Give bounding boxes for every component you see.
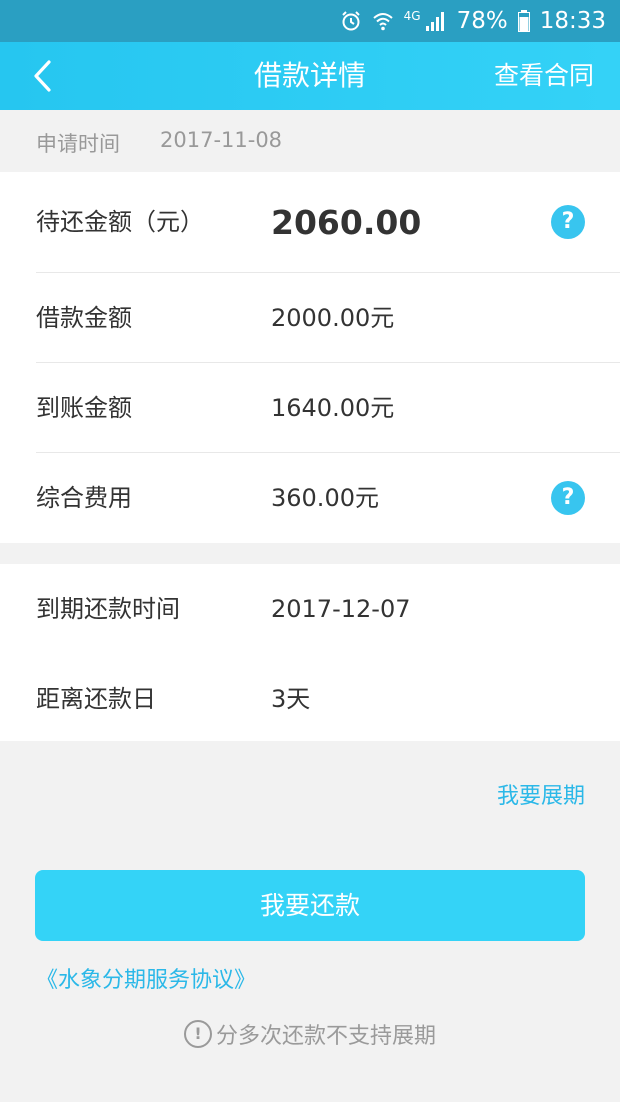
battery-icon <box>517 10 530 32</box>
view-contract-link[interactable]: 查看合同 <box>494 42 594 110</box>
fee-value: 360.00元 <box>271 484 379 512</box>
schedule-card: 到期还款时间 2017-12-07 距离还款日 3天 <box>0 564 620 741</box>
pending-amount-row: 待还金额（元） 2060.00 ? <box>0 172 620 273</box>
days-remaining-value: 3天 <box>271 685 311 713</box>
due-date-value: 2017-12-07 <box>271 595 411 623</box>
pending-amount-label: 待还金额（元） <box>36 208 204 236</box>
info-icon: ! <box>183 1020 212 1048</box>
network-type-label: 4G <box>403 9 421 23</box>
fee-help-icon[interactable]: ? <box>551 481 585 515</box>
received-amount-row: 到账金额 1640.00元 <box>0 363 620 453</box>
days-remaining-label: 距离还款日 <box>36 685 156 713</box>
pending-amount-help-icon[interactable]: ? <box>551 205 585 239</box>
chevron-left-icon <box>34 60 51 92</box>
received-amount-label: 到账金额 <box>36 394 132 422</box>
status-bar: 4G 78% 18:33 <box>0 0 620 42</box>
apply-date-label: 申请时间 <box>36 132 120 156</box>
due-date-row: 到期还款时间 2017-12-07 <box>0 564 620 654</box>
fee-row: 综合费用 360.00元 ? <box>0 453 620 543</box>
pending-amount-value: 2060.00 <box>271 203 422 242</box>
loan-amount-value: 2000.00元 <box>271 304 395 332</box>
fee-label: 综合费用 <box>36 484 132 512</box>
wifi-icon <box>372 10 394 32</box>
installment-notice: ! 分多次还款不支持展期 <box>0 1018 620 1050</box>
cell-signal-icon <box>425 10 447 32</box>
service-agreement-link[interactable]: 《水象分期服务协议》 <box>36 962 256 994</box>
due-date-label: 到期还款时间 <box>36 595 180 623</box>
battery-percent: 78% <box>456 8 508 34</box>
apply-date-row: 申请时间 2017-11-08 <box>0 110 620 172</box>
days-remaining-row: 距离还款日 3天 <box>0 654 620 744</box>
amounts-card: 待还金额（元） 2060.00 ? 借款金额 2000.00元 到账金额 164… <box>0 172 620 543</box>
installment-notice-text: 分多次还款不支持展期 <box>215 1024 436 1049</box>
nav-bar: 借款详情 查看合同 <box>0 42 620 110</box>
extend-link[interactable]: 我要展期 <box>497 778 585 810</box>
loan-amount-label: 借款金额 <box>36 304 132 332</box>
repay-button[interactable]: 我要还款 <box>35 870 585 941</box>
clock: 18:33 <box>539 8 606 34</box>
apply-date-value: 2017-11-08 <box>160 128 283 152</box>
loan-amount-row: 借款金额 2000.00元 <box>0 273 620 363</box>
alarm-icon <box>340 10 362 32</box>
received-amount-value: 1640.00元 <box>271 394 395 422</box>
back-button[interactable] <box>22 56 62 96</box>
